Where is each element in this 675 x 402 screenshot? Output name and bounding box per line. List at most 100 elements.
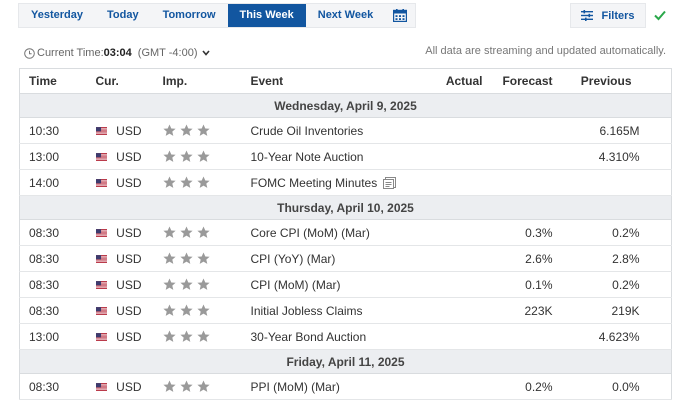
header-previous: Previous xyxy=(560,68,651,94)
importance-star-icon xyxy=(162,124,176,136)
filters-button[interactable]: Filters xyxy=(570,3,646,28)
header-spacer xyxy=(650,68,672,94)
event-importance xyxy=(141,271,231,298)
event-row[interactable]: 08:30 USD Initial Jobless Claims 223K 219K xyxy=(19,297,672,324)
event-previous: 4.623% xyxy=(560,323,651,350)
us-flag-icon xyxy=(95,280,108,289)
importance-star-icon xyxy=(196,176,210,188)
event-time: 08:30 xyxy=(19,219,77,246)
event-name-cell[interactable]: Core CPI (MoM) (Mar) xyxy=(230,219,425,246)
event-forecast: 223K xyxy=(489,297,561,324)
event-row[interactable]: 10:30 USD Crude Oil Inventories 6.165M xyxy=(19,117,672,144)
tab-yesterday[interactable]: Yesterday xyxy=(19,4,95,27)
importance-star-icon xyxy=(179,226,193,238)
event-name-cell[interactable]: FOMC Meeting Minutes xyxy=(230,169,425,196)
event-name-cell[interactable]: PPI (MoM) (Mar) xyxy=(230,373,425,400)
event-currency: USD xyxy=(116,149,142,164)
event-time: 13:00 xyxy=(19,143,77,170)
custom-date-button[interactable] xyxy=(385,4,415,27)
checkmark-icon xyxy=(654,10,666,21)
importance-star-icon xyxy=(196,124,210,136)
day-header-row: Thursday, April 10, 2025 xyxy=(19,195,672,220)
event-name[interactable]: Core CPI (MoM) (Mar) xyxy=(251,226,370,240)
event-time: 08:30 xyxy=(19,245,77,272)
us-flag-icon xyxy=(95,254,108,263)
event-importance xyxy=(141,323,231,350)
tab-tomorrow[interactable]: Tomorrow xyxy=(151,4,228,27)
importance-star-icon xyxy=(196,226,210,238)
row-spacer xyxy=(650,297,672,324)
importance-star-icon xyxy=(196,330,210,342)
tab-this-week[interactable]: This Week xyxy=(227,4,306,27)
event-importance xyxy=(141,245,231,272)
day-label: Thursday, April 10, 2025 xyxy=(19,195,672,220)
header-importance: Imp. xyxy=(141,68,231,94)
event-name[interactable]: CPI (MoM) (Mar) xyxy=(251,278,341,292)
row-spacer xyxy=(650,323,672,350)
event-currency: USD xyxy=(116,175,142,190)
event-name[interactable]: 30-Year Bond Auction xyxy=(251,330,367,344)
row-spacer xyxy=(650,373,672,400)
event-row[interactable]: 13:00 USD 30-Year Bond Auction 4.623% xyxy=(19,323,672,350)
filters-label: Filters xyxy=(601,9,635,22)
event-forecast xyxy=(489,323,561,350)
current-time-label: Current Time: xyxy=(37,47,104,59)
row-spacer xyxy=(650,169,672,196)
event-row[interactable]: 08:30 USD CPI (MoM) (Mar) 0.1% 0.2% xyxy=(19,271,672,298)
event-name[interactable]: Initial Jobless Claims xyxy=(251,304,363,318)
event-currency: USD xyxy=(116,379,142,394)
event-previous: 0.0% xyxy=(560,373,651,400)
importance-star-icon xyxy=(196,252,210,264)
event-name[interactable]: Crude Oil Inventories xyxy=(251,124,364,138)
event-time: 14:00 xyxy=(19,169,77,196)
event-time: 08:30 xyxy=(19,297,77,324)
event-forecast xyxy=(489,143,561,170)
event-previous: 219K xyxy=(560,297,651,324)
row-spacer xyxy=(650,143,672,170)
importance-star-icon xyxy=(179,278,193,290)
importance-star-icon xyxy=(162,380,176,392)
event-currency: USD xyxy=(116,251,142,266)
event-name-cell[interactable]: 10-Year Note Auction xyxy=(230,143,425,170)
event-row[interactable]: 14:00 USD FOMC Meeting Minutes xyxy=(19,169,672,196)
document-icon[interactable] xyxy=(383,176,397,189)
header-forecast: Forecast xyxy=(489,68,561,94)
importance-star-icon xyxy=(179,150,193,162)
event-forecast xyxy=(489,117,561,144)
event-time: 13:00 xyxy=(19,323,77,350)
event-currency-cell: USD xyxy=(76,169,142,196)
tab-next-week[interactable]: Next Week xyxy=(306,4,385,27)
event-importance xyxy=(141,143,231,170)
event-name[interactable]: PPI (MoM) (Mar) xyxy=(251,380,340,394)
streaming-note: All data are streaming and updated autom… xyxy=(425,45,666,57)
event-previous: 0.2% xyxy=(560,271,651,298)
event-previous: 2.8% xyxy=(560,245,651,272)
tab-today[interactable]: Today xyxy=(95,4,151,27)
importance-star-icon xyxy=(162,252,176,264)
event-name[interactable]: FOMC Meeting Minutes xyxy=(251,176,378,190)
chevron-down-icon[interactable] xyxy=(202,50,211,56)
event-row[interactable]: 13:00 USD 10-Year Note Auction 4.310% xyxy=(19,143,672,170)
event-actual xyxy=(424,271,490,298)
event-importance xyxy=(141,117,231,144)
event-currency: USD xyxy=(116,329,142,344)
event-name-cell[interactable]: CPI (YoY) (Mar) xyxy=(230,245,425,272)
event-currency: USD xyxy=(116,123,142,138)
event-row[interactable]: 08:30 USD PPI (MoM) (Mar) 0.2% 0.0% xyxy=(19,373,672,400)
event-actual xyxy=(424,297,490,324)
event-name-cell[interactable]: 30-Year Bond Auction xyxy=(230,323,425,350)
event-row[interactable]: 08:30 USD CPI (YoY) (Mar) 2.6% 2.8% xyxy=(19,245,672,272)
event-name-cell[interactable]: CPI (MoM) (Mar) xyxy=(230,271,425,298)
event-name-cell[interactable]: Crude Oil Inventories xyxy=(230,117,425,144)
event-name[interactable]: CPI (YoY) (Mar) xyxy=(251,252,336,266)
event-row[interactable]: 08:30 USD Core CPI (MoM) (Mar) 0.3% 0.2% xyxy=(19,219,672,246)
event-name[interactable]: 10-Year Note Auction xyxy=(251,150,364,164)
economic-calendar-table: Time Cur. Imp. Event Actual Forecast Pre… xyxy=(19,68,672,400)
event-time: 08:30 xyxy=(19,271,77,298)
event-name-cell[interactable]: Initial Jobless Claims xyxy=(230,297,425,324)
us-flag-icon xyxy=(95,382,108,391)
timezone-selector[interactable]: (GMT -4:00) xyxy=(138,47,198,59)
importance-star-icon xyxy=(179,124,193,136)
event-importance xyxy=(141,219,231,246)
event-currency-cell: USD xyxy=(76,271,142,298)
